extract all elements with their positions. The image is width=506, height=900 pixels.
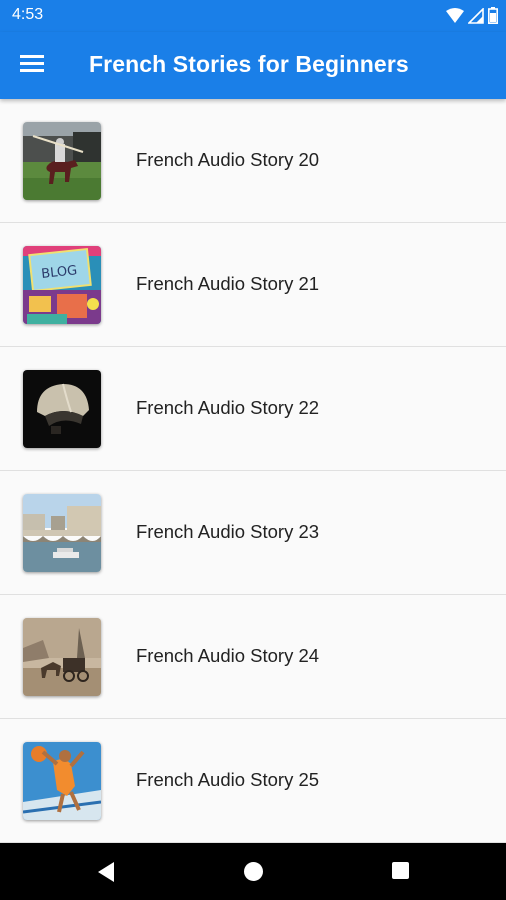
- recents-icon[interactable]: [391, 861, 410, 884]
- app-title: French Stories for Beginners: [89, 51, 409, 77]
- list-item[interactable]: French Audio Story 20: [0, 99, 506, 223]
- story-title: French Audio Story 24: [136, 645, 320, 666]
- home-icon[interactable]: [243, 861, 264, 886]
- back-icon[interactable]: [96, 861, 116, 887]
- status-time: 4:53: [12, 6, 44, 23]
- story-list[interactable]: French Audio Story 20 BLOG French Audio …: [0, 99, 506, 843]
- status-bar: 4:53: [0, 0, 506, 32]
- story-title: French Audio Story 22: [136, 397, 320, 418]
- wifi-icon: [446, 7, 464, 28]
- app-bar: French Stories for Beginners: [0, 32, 506, 99]
- list-item[interactable]: French Audio Story 23: [0, 471, 506, 595]
- knight-on-horse-thumbnail: [23, 122, 101, 200]
- story-title: French Audio Story 25: [136, 769, 320, 790]
- signal-icon: [467, 6, 484, 28]
- story-title: French Audio Story 21: [136, 273, 320, 294]
- blog-illustration-thumbnail: BLOG: [23, 246, 101, 324]
- list-item[interactable]: BLOG French Audio Story 21: [0, 223, 506, 347]
- navigation-bar: [0, 843, 506, 900]
- paris-bridge-thumbnail: [23, 494, 101, 572]
- helmet-thumbnail: [23, 370, 101, 448]
- battery-icon: [488, 7, 498, 28]
- story-title: French Audio Story 23: [136, 521, 320, 542]
- menu-button[interactable]: [20, 52, 50, 78]
- menu-icon: [20, 55, 50, 72]
- list-item[interactable]: French Audio Story 22: [0, 347, 506, 471]
- basketball-player-thumbnail: [23, 742, 101, 820]
- horse-carriage-painting-thumbnail: [23, 618, 101, 696]
- list-item[interactable]: French Audio Story 25: [0, 719, 506, 843]
- story-title: French Audio Story 20: [136, 149, 320, 170]
- list-item[interactable]: French Audio Story 24: [0, 595, 506, 719]
